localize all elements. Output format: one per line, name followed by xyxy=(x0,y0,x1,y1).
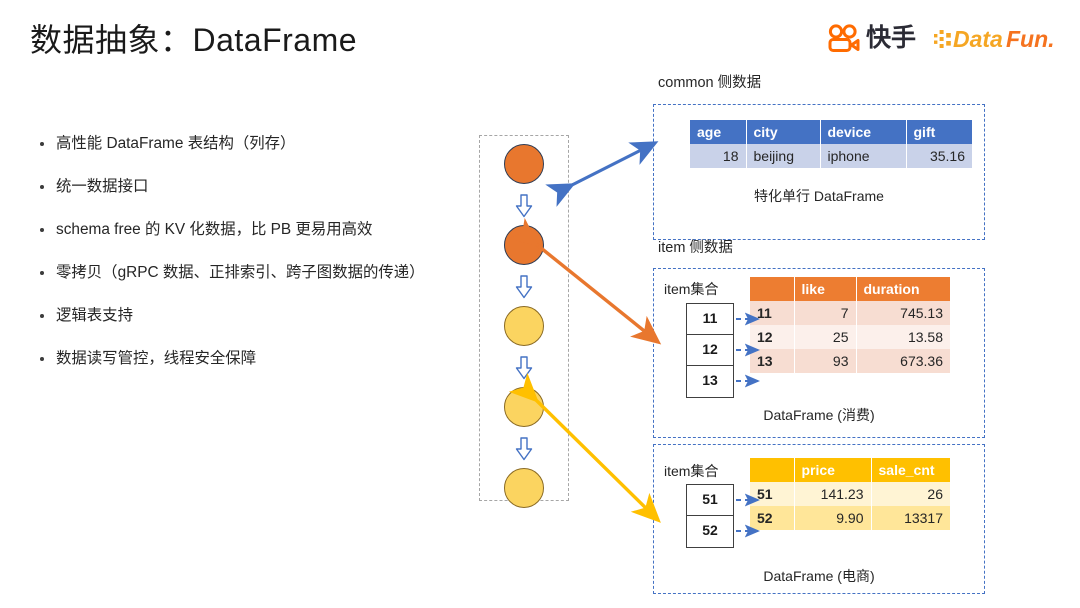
keyset-cell[interactable]: 12 xyxy=(687,335,733,366)
cell-sale-cnt: 26 xyxy=(871,482,950,506)
table-row: 52 9.90 13317 xyxy=(750,506,950,530)
keyset-cell[interactable]: 13 xyxy=(687,366,733,397)
kuaishou-logo: 快手 xyxy=(826,24,916,52)
item-keyset-box: 11 12 13 xyxy=(686,303,734,398)
cell-key: 11 xyxy=(750,301,795,325)
pipeline-node-3[interactable] xyxy=(504,306,544,346)
bullet-item: 数据读写管控，线程安全保障 xyxy=(36,348,466,370)
common-dataframe-table: age city device gift 18 beijing iphone 3… xyxy=(690,120,972,168)
shop-keyset-label: item集合 xyxy=(664,463,719,479)
cell-key: 52 xyxy=(750,506,795,530)
cell-like: 25 xyxy=(794,325,857,349)
keyset-cell[interactable]: 52 xyxy=(687,516,733,547)
column-header-like: like xyxy=(794,277,857,301)
svg-text:Data: Data xyxy=(953,26,1003,52)
item-dataframe-table: like duration 11 7 745.13 12 25 13.58 13… xyxy=(750,277,950,373)
pipeline-node-2[interactable] xyxy=(504,225,544,265)
bullet-item: 零拷贝（gRPC 数据、正排索引、跨子图数据的传递） xyxy=(36,262,466,284)
table-header-row: like duration xyxy=(750,277,950,301)
kuaishou-logo-text: 快手 xyxy=(865,24,916,52)
shop-keyset-box: 51 52 xyxy=(686,484,734,548)
common-panel-caption: 特化单行 DataFrame xyxy=(754,188,884,204)
item-panel-label: item 侧数据 xyxy=(658,240,733,256)
cell-duration: 13.58 xyxy=(856,325,950,349)
shop-dataframe-table: price sale_cnt 51 141.23 26 52 9.90 1331… xyxy=(750,458,950,530)
logo-bar: 快手 Data Fun. xyxy=(826,24,1058,52)
item-keyset-label: item集合 xyxy=(664,281,719,297)
svg-text:Fun.: Fun. xyxy=(1006,26,1055,52)
cell-duration: 673.36 xyxy=(856,349,950,373)
column-header-sale-cnt: sale_cnt xyxy=(871,458,950,482)
column-header-device: device xyxy=(820,120,907,144)
bullet-item: 统一数据接口 xyxy=(36,176,466,198)
datafun-logo-icon: Data Fun. xyxy=(934,26,1055,52)
column-header-key xyxy=(750,277,795,301)
datafun-logo: Data Fun. xyxy=(934,24,1058,52)
cell-city: beijing xyxy=(746,144,821,168)
table-header-row: price sale_cnt xyxy=(750,458,950,482)
column-header-duration: duration xyxy=(856,277,950,301)
flow-arrow-down-icon xyxy=(515,194,533,218)
cell-duration: 745.13 xyxy=(856,301,950,325)
cell-price: 9.90 xyxy=(794,506,872,530)
keyset-cell[interactable]: 11 xyxy=(687,304,733,335)
column-header-gift: gift xyxy=(906,120,972,144)
cell-like: 93 xyxy=(794,349,857,373)
cell-sale-cnt: 13317 xyxy=(871,506,950,530)
cell-like: 7 xyxy=(794,301,857,325)
shop-panel-caption: DataFrame (电商) xyxy=(763,568,875,584)
column-header-price: price xyxy=(794,458,872,482)
flow-arrow-down-icon xyxy=(515,356,533,380)
table-row: 11 7 745.13 xyxy=(750,301,950,325)
cell-device: iphone xyxy=(820,144,907,168)
bullet-item: 逻辑表支持 xyxy=(36,305,466,327)
column-header-city: city xyxy=(746,120,821,144)
flow-arrow-down-icon xyxy=(515,275,533,299)
page-title: 数据抽象：DataFrame xyxy=(30,22,358,58)
cell-key: 13 xyxy=(750,349,795,373)
flow-arrow-down-icon xyxy=(515,437,533,461)
bullet-item: schema free 的 KV 化数据，比 PB 更易用高效 xyxy=(36,219,466,241)
bullet-item: 高性能 DataFrame 表结构（列存） xyxy=(36,133,466,155)
table-header-row: age city device gift xyxy=(690,120,972,144)
cell-key: 51 xyxy=(750,482,795,506)
pipeline-node-5[interactable] xyxy=(504,468,544,508)
column-header-age: age xyxy=(690,120,747,144)
common-connector-arrow xyxy=(545,141,659,207)
item-panel-caption: DataFrame (消费) xyxy=(763,407,875,423)
cell-gift: 35.16 xyxy=(906,144,972,168)
kuaishou-camera-icon xyxy=(828,24,860,52)
cell-key: 12 xyxy=(750,325,795,349)
pipeline-node-4[interactable] xyxy=(504,387,544,427)
cell-age: 18 xyxy=(690,144,747,168)
pipeline-container xyxy=(479,135,569,508)
feature-bullet-list: 高性能 DataFrame 表结构（列存） 统一数据接口 schema free… xyxy=(36,133,466,391)
table-row: 18 beijing iphone 35.16 xyxy=(690,144,972,168)
column-header-key xyxy=(750,458,795,482)
common-panel-label: common 侧数据 xyxy=(658,75,762,91)
table-row: 51 141.23 26 xyxy=(750,482,950,506)
pipeline-node-1[interactable] xyxy=(504,144,544,184)
table-row: 12 25 13.58 xyxy=(750,325,950,349)
cell-price: 141.23 xyxy=(794,482,872,506)
keyset-cell[interactable]: 51 xyxy=(687,485,733,516)
table-row: 13 93 673.36 xyxy=(750,349,950,373)
